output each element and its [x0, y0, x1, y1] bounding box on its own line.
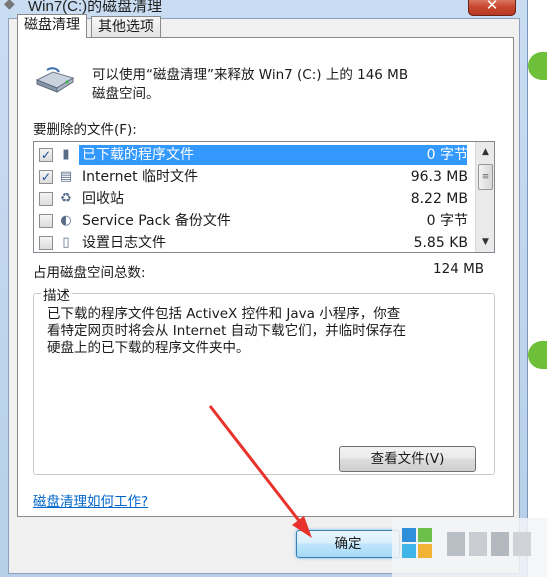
- description-line: 已下载的程序文件包括 ActiveX 控件和 Java 小程序，你查: [47, 306, 401, 322]
- tab-more-options[interactable]: 其他选项: [91, 16, 161, 38]
- internet-files-icon: ▤: [59, 169, 73, 184]
- file-name: Service Pack 备份文件: [82, 213, 231, 229]
- checkbox[interactable]: [39, 236, 53, 250]
- list-item[interactable]: ♻ 回收站 8.22 MB: [34, 188, 474, 210]
- scroll-thumb[interactable]: ≡: [478, 164, 493, 190]
- service-pack-icon: ◐: [60, 213, 72, 228]
- total-space-label: 占用磁盘空间总数:: [33, 265, 146, 281]
- file-list[interactable]: ✓ ▮ 已下载的程序文件 0 字节 ✓ ▤ Internet 临时文件 96.3…: [33, 141, 495, 253]
- summary-line: 可以使用“磁盘清理”来释放 Win7 (C:) 上的 146 MB: [92, 67, 409, 83]
- files-to-delete-label: 要删除的文件(F):: [33, 122, 137, 138]
- close-button[interactable]: ✕: [468, 0, 516, 16]
- description-text: 已下载的程序文件包括 ActiveX 控件和 Java 小程序，你查 看特定网页…: [47, 306, 487, 357]
- tab-disk-cleanup[interactable]: 磁盘清理: [17, 14, 87, 38]
- ok-button[interactable]: 确定: [296, 530, 400, 558]
- summary-text: 可以使用“磁盘清理”来释放 Win7 (C:) 上的 146 MB 磁盘空间。: [92, 66, 512, 104]
- file-name: Internet 临时文件: [82, 169, 199, 185]
- download-folder-icon: ▮: [62, 147, 70, 162]
- step-marker-icon: [528, 341, 547, 369]
- view-files-button[interactable]: 查看文件(V): [339, 446, 476, 472]
- description-line: 硬盘上的已下载的程序文件夹中。: [47, 340, 250, 356]
- description-legend: 描述: [41, 284, 72, 304]
- total-space-value: 124 MB: [433, 261, 484, 277]
- disk-cleanup-title-icon: ◆: [4, 0, 15, 12]
- file-size: 0 字节: [426, 213, 468, 229]
- checkbox[interactable]: [39, 214, 53, 228]
- close-icon: ✕: [485, 0, 499, 14]
- summary-line: 磁盘空间。: [92, 86, 160, 102]
- scroll-up-icon[interactable]: ▲: [477, 143, 494, 161]
- how-it-works-link[interactable]: 磁盘清理如何工作?: [33, 490, 148, 510]
- checkbox[interactable]: ✓: [39, 170, 53, 184]
- watermark-logo: [392, 518, 547, 577]
- file-size: 5.85 KB: [413, 235, 468, 251]
- recycle-bin-icon: ♻: [60, 191, 72, 206]
- tab-label: 磁盘清理: [24, 17, 80, 33]
- scroll-down-icon[interactable]: ▼: [477, 233, 494, 251]
- list-item[interactable]: ▯ 设置日志文件 5.85 KB: [34, 232, 474, 252]
- file-size: 96.3 MB: [410, 169, 468, 185]
- file-name: 回收站: [82, 191, 124, 207]
- list-item[interactable]: ✓ ▤ Internet 临时文件 96.3 MB: [34, 166, 474, 188]
- list-item[interactable]: ◐ Service Pack 备份文件 0 字节: [34, 210, 474, 232]
- file-name: 设置日志文件: [82, 235, 166, 251]
- file-name: 已下载的程序文件: [79, 145, 467, 165]
- drive-cleanup-icon: [35, 67, 75, 93]
- step-marker-icon: [528, 52, 547, 80]
- list-scrollbar[interactable]: ▲ ≡ ▼: [475, 142, 494, 252]
- file-size: 0 字节: [426, 147, 468, 163]
- checkbox[interactable]: [39, 192, 53, 206]
- list-item[interactable]: ✓ ▮ 已下载的程序文件 0 字节: [34, 144, 474, 166]
- tab-label: 其他选项: [98, 19, 154, 35]
- log-file-icon: ▯: [62, 235, 70, 250]
- checkbox[interactable]: ✓: [39, 148, 53, 162]
- file-size: 8.22 MB: [410, 191, 468, 207]
- description-line: 看特定网页时将会从 Internet 自动下载它们，并临时保存在: [47, 323, 407, 339]
